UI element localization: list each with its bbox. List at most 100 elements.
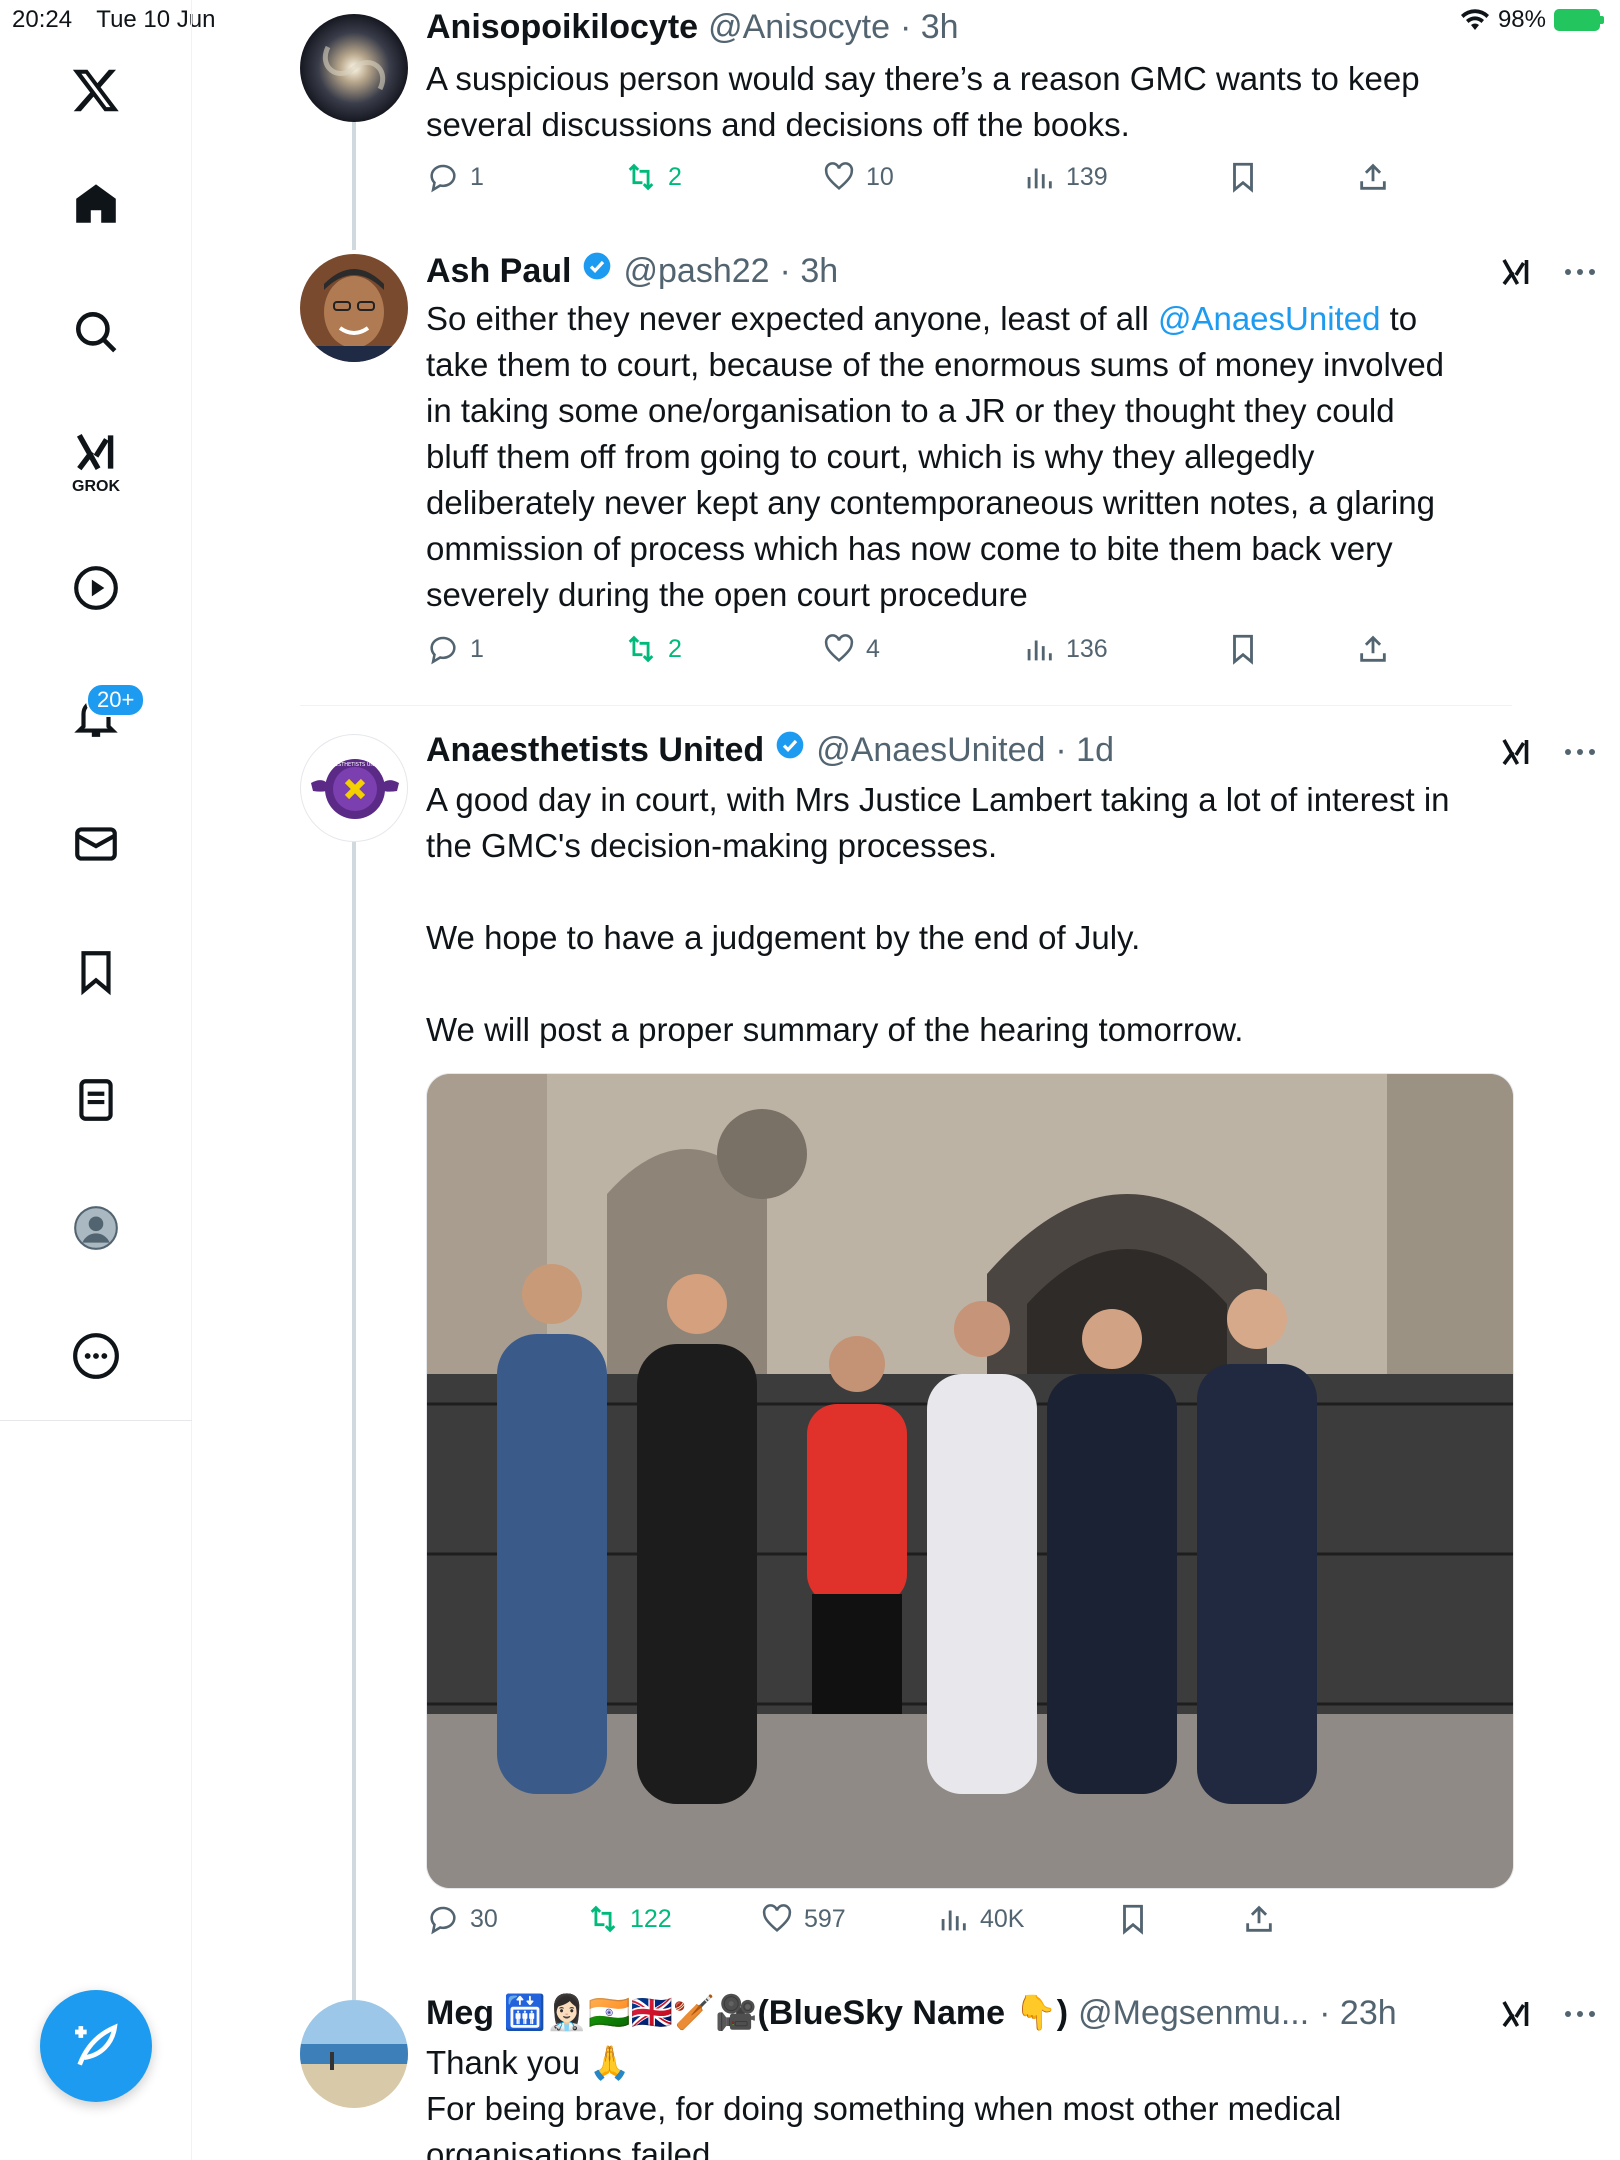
like-count: 597 (804, 1904, 846, 1933)
video-icon[interactable] (64, 556, 128, 620)
home-icon[interactable] (64, 172, 128, 236)
thread-line (352, 842, 356, 2000)
compose-button[interactable] (40, 1990, 152, 2102)
tweet-corner-actions (1498, 1996, 1598, 2032)
notifications-badge: 20+ (86, 683, 146, 717)
share-icon (1246, 1905, 1272, 1932)
like-button[interactable]: 4 (822, 632, 880, 666)
verified-badge-icon (584, 252, 611, 280)
repost-button[interactable]: 2 (624, 160, 682, 194)
tweet-time[interactable]: · 3h (900, 8, 959, 47)
avatar[interactable] (300, 14, 408, 122)
tweet-text: A suspicious person would say there’s a … (426, 60, 1420, 143)
author-name[interactable]: Anisopoikilocyte (426, 8, 698, 47)
reply-icon (430, 1906, 456, 1935)
author-name[interactable]: Ash Paul (426, 252, 571, 291)
tweet-text: So either they never expected anyone, le… (426, 296, 1526, 618)
like-button[interactable]: 10 (822, 160, 894, 194)
bookmark-icon (1123, 1904, 1143, 1935)
thread-line (352, 120, 356, 250)
reply-icon (430, 636, 456, 665)
bookmarks-icon[interactable] (64, 940, 128, 1004)
reply-button[interactable]: 1 (426, 160, 484, 194)
bookmark-icon (1233, 162, 1253, 193)
bookmark-button[interactable] (1226, 160, 1260, 194)
repost-button[interactable]: 2 (624, 632, 682, 666)
tweet-corner-actions (1498, 254, 1598, 290)
profile-icon[interactable] (64, 1196, 128, 1260)
like-count: 10 (866, 162, 894, 191)
author-handle[interactable]: @pash22 (623, 252, 769, 291)
repost-count: 2 (668, 162, 682, 191)
mention-link[interactable]: @AnaesUnited (1158, 300, 1380, 337)
tweet-actions: 1 2 10 139 (426, 160, 1526, 210)
avatar[interactable] (300, 254, 408, 362)
author-handle[interactable]: @Megsenmu... (1078, 1994, 1309, 2033)
like-button[interactable]: 597 (760, 1902, 846, 1936)
repost-button[interactable]: 122 (586, 1902, 672, 1936)
lists-icon[interactable] (64, 1068, 128, 1132)
avatar[interactable]: ANAESTHETISTS UNITED (300, 734, 408, 842)
views-chart-icon (1027, 168, 1052, 189)
grok-explain-icon[interactable] (1498, 734, 1534, 770)
tweet-text-part: to take them to court, because of the en… (426, 300, 1445, 613)
author-name[interactable]: Anaesthetists United (426, 731, 764, 770)
view-count: 136 (1066, 634, 1108, 663)
messages-icon[interactable] (64, 812, 128, 876)
bookmark-icon (1233, 634, 1253, 665)
tweet-text: A good day in court, with Mrs Justice La… (426, 781, 1450, 1048)
view-count: 139 (1066, 162, 1108, 191)
tweet-text: Thank you 🙏 For being brave, for doing s… (426, 2044, 1342, 2160)
tweet-actions: 1 2 4 136 (426, 632, 1526, 682)
share-button[interactable] (1242, 1902, 1276, 1936)
like-count: 4 (866, 634, 880, 663)
avatar[interactable] (300, 2000, 408, 2108)
views-chart-icon (941, 1910, 966, 1931)
repost-icon (628, 635, 654, 663)
reply-count: 1 (470, 162, 484, 191)
views-button[interactable]: 40K (936, 1902, 1024, 1936)
views-button[interactable]: 139 (1022, 160, 1108, 194)
more-options-icon[interactable] (1562, 2008, 1598, 2020)
tweet-actions: 30 122 597 40K (426, 1902, 1526, 1952)
repost-count: 122 (630, 1904, 672, 1933)
reply-button[interactable]: 1 (426, 632, 484, 666)
author-handle[interactable]: @AnaesUnited (816, 731, 1045, 770)
more-options-icon[interactable] (1562, 266, 1598, 278)
grok-label: GROK (72, 478, 120, 495)
search-icon[interactable] (64, 300, 128, 364)
feed: Anisopoikilocyte @Anisocyte · 3h A suspi… (192, 0, 1620, 2160)
author-handle[interactable]: @Anisocyte (708, 8, 890, 47)
share-button[interactable] (1356, 632, 1390, 666)
x-logo-icon[interactable] (64, 58, 128, 122)
share-button[interactable] (1356, 160, 1390, 194)
sidebar: GROK 20+ (0, 0, 192, 2160)
bookmark-button[interactable] (1226, 632, 1260, 666)
tweet-text-part: So either they never expected anyone, le… (426, 300, 1158, 337)
grok-icon[interactable] (64, 420, 128, 484)
author-name[interactable]: Meg 🛗👩🏻‍⚕️🇮🇳🇬🇧🏏🎥(BlueSky Name 👇) (426, 1993, 1068, 2033)
bookmark-button[interactable] (1116, 1902, 1150, 1936)
tweet-time[interactable]: · 23h (1319, 1994, 1397, 2033)
heart-icon (762, 1904, 792, 1933)
grok-explain-icon[interactable] (1498, 1996, 1534, 2032)
tweet-time[interactable]: · 1d (1055, 731, 1114, 770)
reply-icon (430, 164, 456, 193)
tweet-header: Anisopoikilocyte @Anisocyte · 3h (426, 8, 959, 47)
tweet-time[interactable]: · 3h (780, 252, 839, 291)
views-button[interactable]: 136 (1022, 632, 1108, 666)
heart-icon (824, 634, 854, 663)
more-icon[interactable] (64, 1324, 128, 1388)
tweet-header: Anaesthetists United @AnaesUnited · 1d (426, 729, 1114, 770)
heart-icon (824, 162, 854, 191)
grok-explain-icon[interactable] (1498, 254, 1534, 290)
repost-icon (628, 163, 654, 191)
sidebar-divider (0, 1420, 192, 1421)
reply-button[interactable]: 30 (426, 1902, 498, 1936)
view-count: 40K (980, 1904, 1025, 1933)
verified-badge-icon (776, 731, 804, 759)
reply-count: 1 (470, 634, 484, 663)
tweet-header: Meg 🛗👩🏻‍⚕️🇮🇳🇬🇧🏏🎥(BlueSky Name 👇) @Megsen… (426, 1993, 1397, 2033)
tweet-photo[interactable] (426, 1073, 1514, 1889)
more-options-icon[interactable] (1562, 746, 1598, 758)
